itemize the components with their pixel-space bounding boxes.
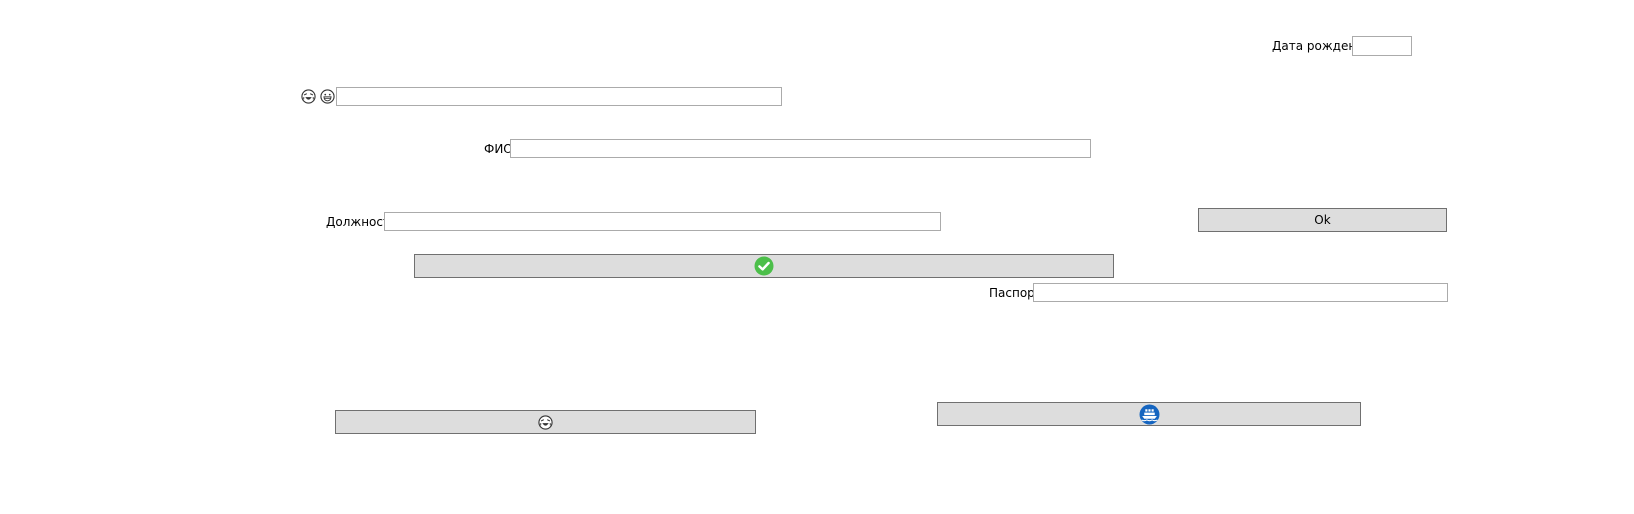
- laughing-emoji-button[interactable]: [335, 410, 756, 434]
- ok-button[interactable]: Ok: [1198, 208, 1447, 232]
- ship-icon-button[interactable]: [937, 402, 1361, 426]
- laughing-face-icon: [301, 89, 316, 104]
- passport-input[interactable]: [1033, 283, 1448, 302]
- top-text-input[interactable]: [336, 87, 782, 106]
- confirm-button[interactable]: [414, 254, 1114, 278]
- fio-input[interactable]: [510, 139, 1091, 158]
- laughing-face-icon: [538, 414, 553, 430]
- grinning-face-icon: [320, 89, 335, 104]
- fio-label: ФИО: [484, 142, 513, 156]
- ship-icon: [1139, 404, 1160, 425]
- birth-date-input[interactable]: [1352, 36, 1412, 56]
- position-input[interactable]: [384, 212, 941, 231]
- checkmark-icon: [754, 256, 774, 276]
